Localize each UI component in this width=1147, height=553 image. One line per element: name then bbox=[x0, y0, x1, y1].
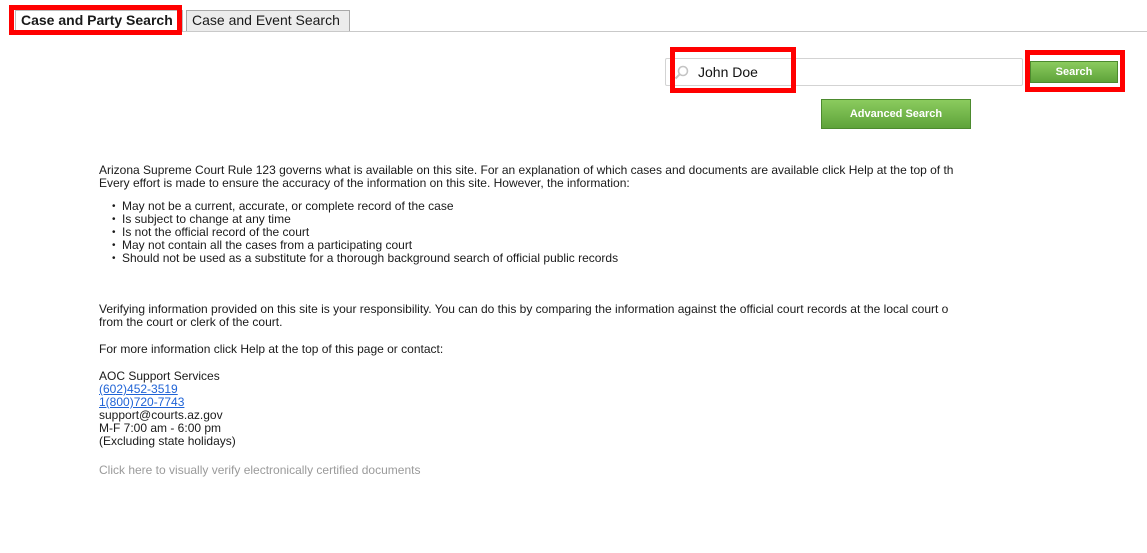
advanced-search-button[interactable]: Advanced Search bbox=[821, 99, 971, 129]
disclaimer-list: May not be a current, accurate, or compl… bbox=[99, 200, 1147, 266]
contact-note: (Excluding state holidays) bbox=[99, 434, 236, 448]
intro-text-line2: Every effort is made to ensure the accur… bbox=[99, 176, 630, 190]
verify-text-line2: from the court or clerk of the court. bbox=[99, 315, 283, 329]
more-info-text: For more information click Help at the t… bbox=[99, 342, 444, 356]
verify-documents-link[interactable]: Click here to visually verify electronic… bbox=[99, 464, 1147, 477]
phone-link-local[interactable]: (602)452-3519 bbox=[99, 382, 178, 396]
contact-email: support@courts.az.gov bbox=[99, 408, 223, 422]
list-item: Should not be used as a substitute for a… bbox=[112, 252, 1147, 266]
info-content: Arizona Supreme Court Rule 123 governs w… bbox=[99, 164, 1147, 477]
search-input[interactable] bbox=[698, 62, 998, 82]
tab-case-and-party-search[interactable]: Case and Party Search bbox=[15, 10, 183, 32]
contact-hours: M-F 7:00 am - 6:00 pm bbox=[99, 421, 222, 435]
search-button[interactable]: Search bbox=[1030, 61, 1118, 83]
phone-link-tollfree[interactable]: 1(800)720-7743 bbox=[99, 395, 184, 409]
page: Case and Party Search Case and Event Sea… bbox=[0, 0, 1147, 553]
search-box bbox=[665, 58, 1023, 86]
contact-block: AOC Support Services (602)452-3519 1(800… bbox=[99, 370, 1147, 448]
contact-org: AOC Support Services bbox=[99, 369, 220, 383]
tab-divider bbox=[14, 31, 1147, 32]
tab-case-and-event-search[interactable]: Case and Event Search bbox=[186, 10, 350, 31]
search-icon bbox=[674, 65, 690, 81]
tab-bar: Case and Party Search Case and Event Sea… bbox=[0, 0, 1147, 40]
